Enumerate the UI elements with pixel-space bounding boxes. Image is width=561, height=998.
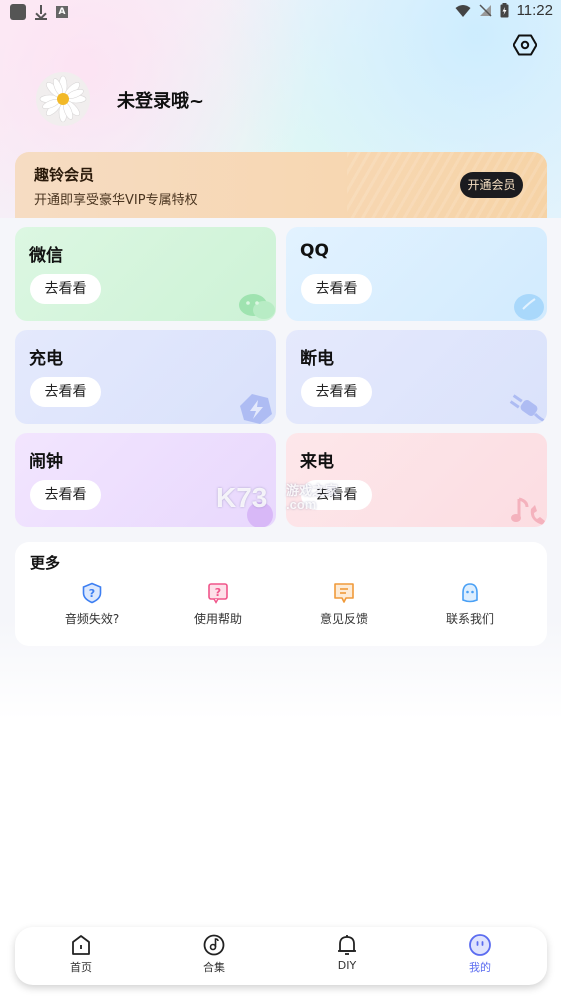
vip-banner[interactable]: 趣铃会员 开通即享受豪华VIP专属特权 开通会员 [15,152,547,218]
charging-icon [240,394,272,424]
help-icon: ? [208,583,228,604]
tab-label: DIY [337,959,357,972]
vip-subtitle: 开通即享受豪华VIP专属特权 [34,193,198,208]
tab-label: 合集 [203,961,225,974]
profile-page: A 11:22 未登录哦~ 趣铃会员 开通即享受豪华VIP专属特权 开通会员 微… [0,0,561,998]
download-icon [34,4,48,20]
open-vip-button[interactable]: 开通会员 [460,172,523,198]
more-item-feedback[interactable]: 意见反馈 [299,582,389,632]
wechat-icon [239,294,275,319]
contact-icon [462,583,478,603]
more-item-label: 使用帮助 [193,612,242,626]
bell-icon [338,935,356,955]
feedback-icon [334,583,354,603]
more-panel: 更多 ? 音频失效? ? 使用帮助 意见反馈 联系我们 [15,542,547,646]
card-title: 来电 [300,452,334,472]
text-notification-icon: A [56,6,68,18]
status-time: 11:22 [516,2,553,19]
bottom-tab-bar: 首页 合集 DIY 我的 [15,927,547,985]
qq-icon [514,294,544,320]
card-title: 闹钟 [29,452,63,472]
profile-face-icon [469,934,491,956]
svg-text:?: ? [215,586,221,599]
watermark-sub1: 游戏之家 [286,483,339,498]
no-signal-icon [479,4,492,17]
view-button[interactable]: 去看看 [301,377,372,407]
svg-text:?: ? [89,587,95,600]
tab-mine[interactable]: 我的 [435,933,525,981]
plug-icon [509,394,547,424]
card-qq[interactable]: QQ 去看看 [286,227,547,321]
card-title: 微信 [29,246,63,266]
watermark-main: K73 [216,482,268,513]
watermark-sub2: .com [286,497,317,512]
battery-icon [500,3,509,18]
avatar[interactable] [36,72,90,126]
tab-collection[interactable]: 合集 [169,933,259,981]
home-icon [72,935,90,955]
card-wechat[interactable]: 微信 去看看 [15,227,276,321]
login-prompt[interactable]: 未登录哦~ [117,87,204,113]
tab-label: 我的 [469,961,491,974]
daisy-avatar-icon [39,75,87,123]
card-title: QQ [300,241,329,261]
view-button[interactable]: 去看看 [30,274,101,304]
music-disc-icon [203,934,225,956]
vip-title: 趣铃会员 [34,166,95,184]
more-item-help[interactable]: ? 使用帮助 [173,582,263,632]
card-power-off[interactable]: 断电 去看看 [286,330,547,424]
watermark-logo: K73 游戏之家 .com [216,482,356,516]
more-item-audio-invalid[interactable]: ? 音频失效? [47,582,137,632]
more-item-label: 意见反馈 [319,612,368,626]
more-item-label: 音频失效? [64,612,120,626]
card-title: 断电 [300,349,334,369]
music-phone-icon [511,497,545,525]
view-button[interactable]: 去看看 [30,377,101,407]
view-button[interactable]: 去看看 [301,274,372,304]
settings-icon[interactable] [513,33,537,57]
view-button[interactable]: 去看看 [30,480,101,510]
more-title: 更多 [30,554,61,572]
wifi-icon [455,4,471,17]
card-title: 充电 [29,349,63,369]
tab-label: 首页 [70,961,92,974]
shield-question-icon: ? [82,582,102,604]
tab-home[interactable]: 首页 [36,933,126,981]
status-bar: A 11:22 [0,0,561,26]
card-charging[interactable]: 充电 去看看 [15,330,276,424]
app-notification-icon [10,4,26,20]
tab-diy[interactable]: DIY [302,933,392,981]
more-item-contact[interactable]: 联系我们 [425,582,515,632]
more-item-label: 联系我们 [445,612,494,626]
